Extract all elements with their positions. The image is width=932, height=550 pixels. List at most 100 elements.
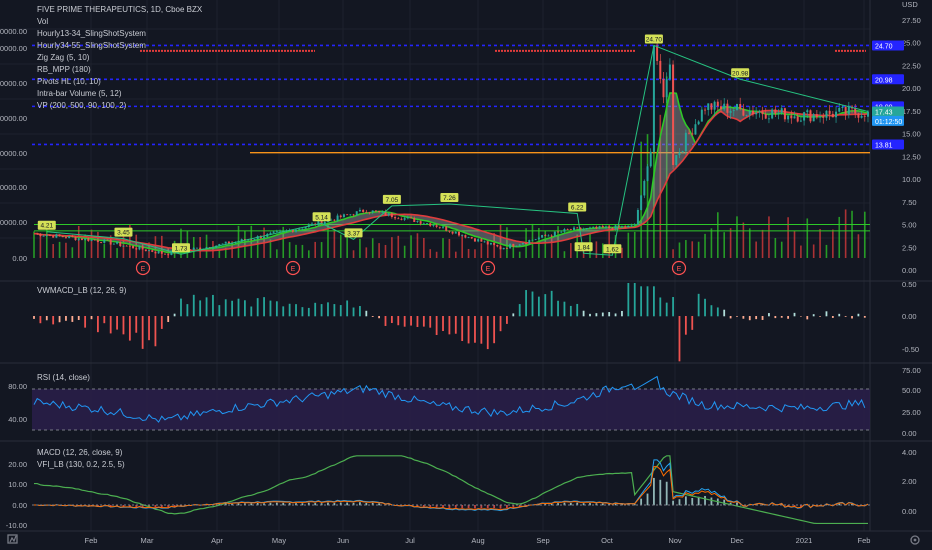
candle-body[interactable] — [557, 231, 560, 233]
candle-body[interactable] — [355, 211, 358, 216]
candle-body[interactable] — [457, 231, 460, 236]
candle-body[interactable] — [803, 112, 806, 121]
candle-body[interactable] — [473, 238, 476, 242]
candle-body[interactable] — [349, 214, 352, 216]
candle-body[interactable] — [841, 106, 844, 108]
candle-body[interactable] — [745, 114, 748, 116]
candle-body[interactable] — [707, 103, 710, 111]
candle-body[interactable] — [87, 238, 90, 242]
candle-body[interactable] — [592, 226, 595, 228]
candle-body[interactable] — [48, 235, 51, 237]
legend-item[interactable]: Pivots HL (10, 10) — [37, 77, 101, 86]
candle-body[interactable] — [512, 243, 515, 247]
candle-body[interactable] — [339, 215, 342, 218]
candle-body[interactable] — [103, 239, 106, 243]
candle-body[interactable] — [847, 106, 850, 115]
candle-body[interactable] — [55, 234, 58, 238]
candle-body[interactable] — [681, 151, 684, 153]
rsi-title[interactable]: RSI (14, close) — [37, 373, 90, 382]
candle-body[interactable] — [595, 226, 598, 229]
candle-body[interactable] — [544, 235, 547, 236]
candle-body[interactable] — [368, 212, 371, 213]
candle-body[interactable] — [611, 228, 614, 230]
candle-body[interactable] — [378, 211, 381, 213]
candle-body[interactable] — [726, 103, 729, 113]
candle-body[interactable] — [362, 209, 365, 212]
candle-body[interactable] — [806, 110, 809, 113]
candle-body[interactable] — [141, 246, 144, 250]
candle-body[interactable] — [397, 218, 400, 220]
candle-body[interactable] — [352, 214, 355, 216]
candle-body[interactable] — [272, 231, 275, 233]
candle-body[interactable] — [585, 228, 588, 230]
candle-body[interactable] — [867, 111, 869, 117]
candle-body[interactable] — [598, 226, 601, 229]
candle-body[interactable] — [678, 152, 681, 156]
candle-body[interactable] — [764, 114, 767, 119]
candle-body[interactable] — [601, 226, 604, 228]
candle-body[interactable] — [132, 245, 135, 249]
candle-body[interactable] — [688, 132, 691, 134]
candle-body[interactable] — [90, 239, 93, 242]
price-level-tag[interactable]: 01:12:50 — [872, 115, 904, 126]
candle-body[interactable] — [374, 210, 377, 212]
candle-body[interactable] — [416, 221, 419, 223]
legend-item[interactable]: Hourly34-55_SlingShotSystem — [37, 41, 146, 50]
candle-body[interactable] — [109, 240, 112, 245]
candle-body[interactable] — [250, 239, 253, 241]
candle-body[interactable] — [390, 213, 393, 218]
candle-body[interactable] — [336, 215, 339, 221]
candle-body[interactable] — [138, 246, 141, 250]
candle-body[interactable] — [64, 237, 67, 239]
candle-body[interactable] — [566, 229, 569, 230]
candle-body[interactable] — [358, 209, 361, 212]
candle-body[interactable] — [815, 114, 818, 118]
candle-body[interactable] — [58, 234, 61, 237]
candle-body[interactable] — [301, 228, 304, 230]
candle-body[interactable] — [732, 110, 735, 112]
candle-body[interactable] — [515, 245, 518, 247]
candle-body[interactable] — [509, 243, 512, 249]
candle-body[interactable] — [761, 111, 764, 115]
candle-body[interactable] — [422, 223, 425, 225]
candle-body[interactable] — [630, 225, 633, 227]
candle-body[interactable] — [771, 109, 774, 119]
vwmacd-title[interactable]: VWMACD_LB (12, 26, 9) — [37, 286, 127, 295]
candle-body[interactable] — [505, 247, 508, 249]
candle-body[interactable] — [560, 231, 563, 233]
candle-body[interactable] — [735, 104, 738, 111]
candle-body[interactable] — [371, 210, 374, 213]
legend-item[interactable]: Intra-bar Volume (5, 12) — [37, 89, 122, 98]
candle-body[interactable] — [729, 110, 732, 113]
candle-body[interactable] — [787, 115, 790, 120]
candle-body[interactable] — [569, 229, 572, 231]
macd-title[interactable]: MACD (12, 26, close, 9) — [37, 448, 123, 457]
candle-body[interactable] — [295, 229, 298, 232]
candle-body[interactable] — [68, 236, 71, 239]
candle-body[interactable] — [780, 108, 783, 113]
candle-body[interactable] — [799, 120, 802, 122]
legend-item[interactable]: VP (200, 500, 90, 100, 2) — [37, 101, 127, 110]
candle-body[interactable] — [74, 237, 77, 241]
candle-body[interactable] — [793, 116, 796, 119]
candle-body[interactable] — [633, 224, 636, 226]
candle-body[interactable] — [525, 243, 528, 244]
candle-body[interactable] — [521, 243, 524, 245]
candle-body[interactable] — [346, 214, 349, 216]
candle-body[interactable] — [125, 245, 128, 247]
candle-body[interactable] — [167, 254, 170, 256]
candle-body[interactable] — [135, 248, 138, 250]
candle-body[interactable] — [489, 242, 492, 245]
candle-body[interactable] — [675, 155, 678, 165]
legend-item[interactable]: Vol — [37, 17, 48, 26]
candle-body[interactable] — [828, 110, 831, 114]
candle-body[interactable] — [77, 238, 80, 241]
candle-body[interactable] — [694, 124, 697, 135]
candle-body[interactable] — [643, 180, 646, 196]
candle-body[interactable] — [573, 227, 576, 231]
candle-body[interactable] — [477, 239, 480, 242]
candle-body[interactable] — [199, 247, 202, 250]
legend-item[interactable]: Hourly13-34_SlingShotSystem — [37, 29, 146, 38]
candle-body[interactable] — [195, 247, 198, 249]
candle-body[interactable] — [483, 241, 486, 243]
